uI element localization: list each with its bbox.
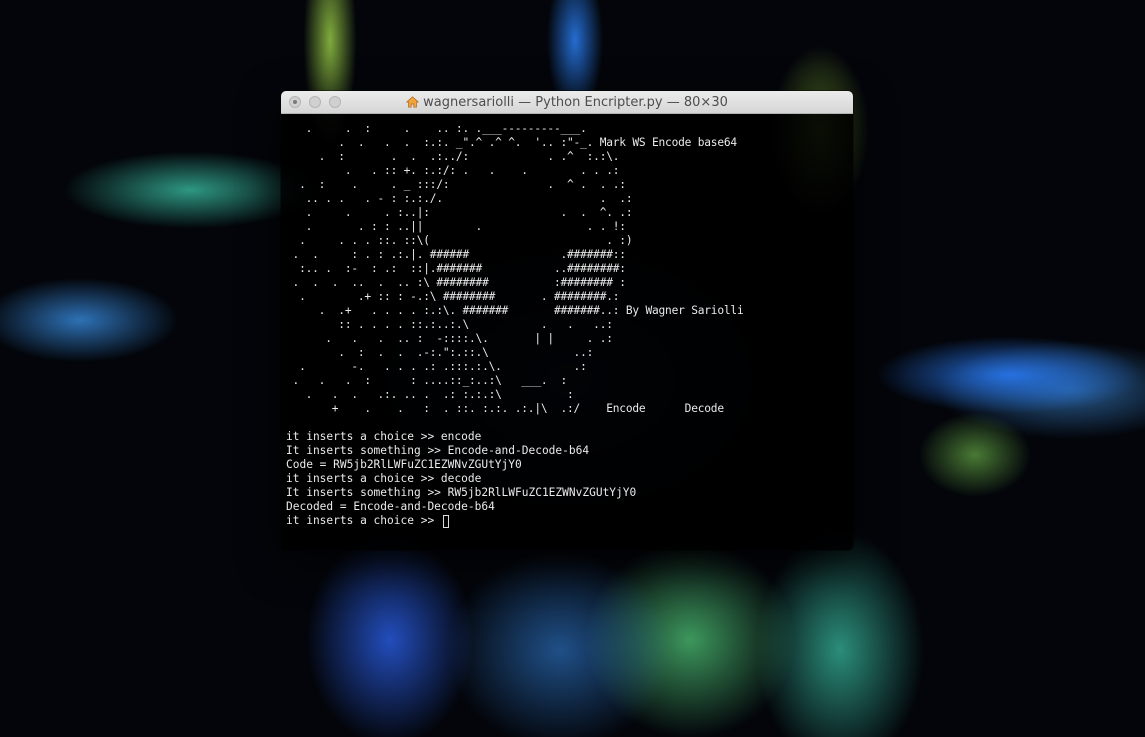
- ascii-art-line: . . . : : ....::_:..:\ ___. :: [286, 374, 568, 387]
- ascii-art-line: . .+ :: : -.:\ ######## . ########.:: [286, 290, 620, 303]
- ascii-art-line: . -. . . . .: .:::.:.\. .:: [286, 360, 587, 373]
- ascii-art-line: . . . . ::. ::\( . :): [286, 234, 633, 247]
- terminal-output-line: it inserts a choice >> encode: [286, 430, 482, 443]
- terminal-content[interactable]: . . : . .. :. .___---------___. . . . . …: [281, 114, 853, 550]
- window-titlebar[interactable]: wagnersariolli — Python Encripter.py — 8…: [281, 91, 853, 114]
- ascii-art-line: . . . .:. .. . .: :.:.:\ :: [286, 388, 574, 401]
- ascii-art-line: . . . .. : -::::.\. | | . .:: [286, 332, 613, 345]
- home-icon: [406, 96, 420, 108]
- ascii-art-line: :.. . :- : .: ::|.####### ..########:: [286, 262, 626, 275]
- window-title-text: wagnersariolli — Python Encripter.py — 8…: [423, 94, 728, 110]
- ascii-art-line: . . . .. . .. :\ ######## :######## :: [286, 276, 627, 289]
- ascii-art-line: . . : . .. :. .___---------___.: [286, 122, 587, 135]
- terminal-session-output: it inserts a choice >> encode It inserts …: [286, 430, 853, 514]
- ascii-art-line: . : . . _ :::/: . ^ . . .:: [286, 178, 626, 191]
- ascii-art-line: . . : : ..|| . . . !:: [286, 220, 626, 233]
- terminal-output-line: It inserts something >> Encode-and-Decod…: [286, 444, 590, 457]
- terminal-output-line: Code = RW5jb2RlLWFuZC1EZWNvZGUtYjY0: [286, 458, 522, 471]
- ascii-art-banner: . . : . .. :. .___---------___. . . . . …: [286, 122, 853, 416]
- terminal-prompt: it inserts a choice >>: [286, 514, 441, 527]
- terminal-output-line: it inserts a choice >> decode: [286, 472, 482, 485]
- ascii-art-line: + . . : . ::. :.:. .:.|\ .:/ Encode Deco…: [286, 402, 724, 415]
- terminal-output-line: Decoded = Encode-and-Decode-b64: [286, 500, 495, 513]
- ascii-art-line: . . . :..|: . . ^. .:: [286, 206, 633, 219]
- ascii-art-line: . . :: +. :.:/: . . . . . .:: [286, 164, 620, 177]
- terminal-window[interactable]: wagnersariolli — Python Encripter.py — 8…: [281, 91, 853, 550]
- ascii-art-line: . : . . .:../: . .^ :.:\.: [286, 150, 620, 163]
- terminal-cursor: [442, 514, 449, 528]
- ascii-art-line: . : . . .-:.":.::.\ ..:: [286, 346, 594, 359]
- ascii-art-line: . . . . :.:. _".^ .^ ^. '.. :"-_. Mark W…: [286, 136, 737, 149]
- ascii-art-line: .. . . . - : :.:./. . .:: [286, 192, 633, 205]
- terminal-prompt-line[interactable]: it inserts a choice >>: [286, 514, 853, 528]
- window-title: wagnersariolli — Python Encripter.py — 8…: [281, 91, 853, 113]
- ascii-art-line: :: . . . . ::.:..:.\ . . ..:: [286, 318, 613, 331]
- ascii-art-line: . . : . : .:.|. ###### .#######::: [286, 248, 627, 261]
- terminal-output-line: It inserts something >> RW5jb2RlLWFuZC1E…: [286, 486, 637, 499]
- ascii-art-line: . .+ . . . . :.:\. ####### #######..: By…: [286, 304, 744, 317]
